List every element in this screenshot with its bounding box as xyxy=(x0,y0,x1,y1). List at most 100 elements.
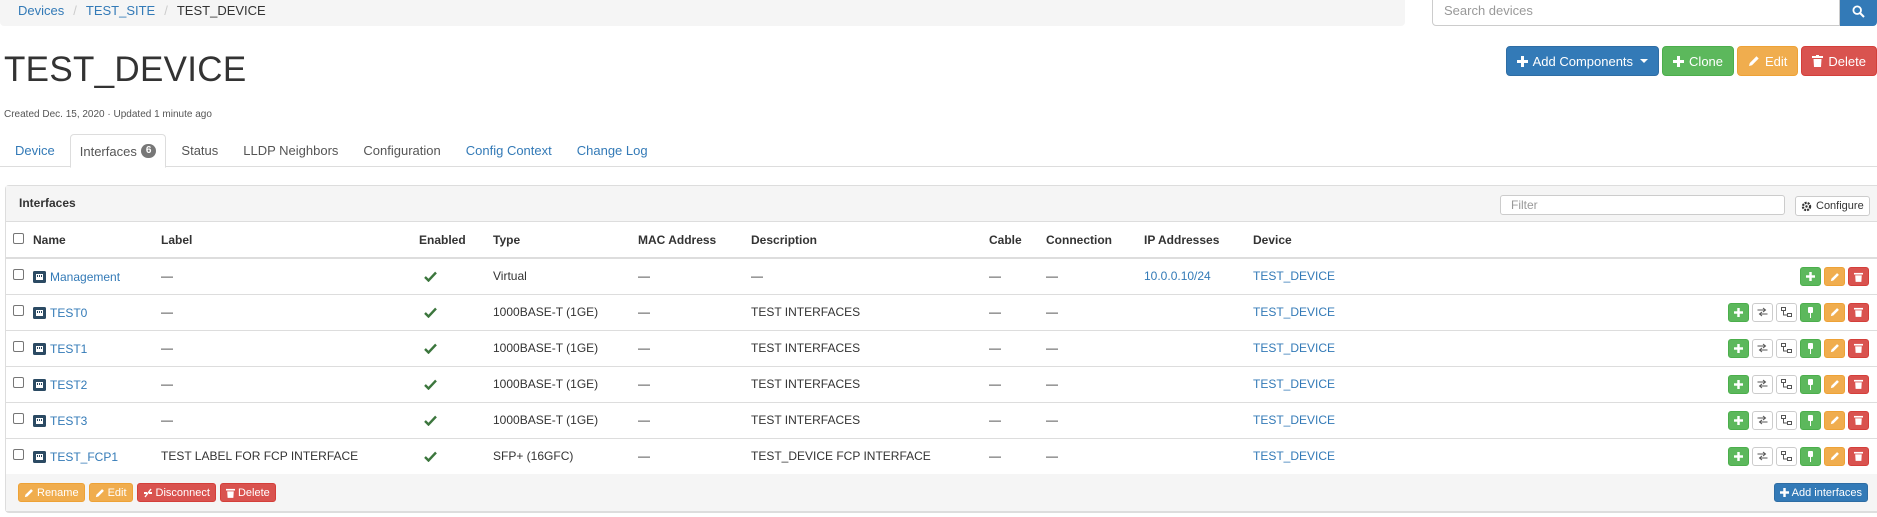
device-meta: Created Dec. 15, 2020 · Updated 1 minute… xyxy=(4,109,212,120)
connect-cable-button[interactable] xyxy=(1776,410,1797,430)
interface-name-link[interactable]: TEST1 xyxy=(50,342,87,356)
edit-interface-button[interactable] xyxy=(1824,302,1845,322)
interface-enabled xyxy=(415,258,489,295)
tab-configuration[interactable]: Configuration xyxy=(353,134,450,167)
plus-icon xyxy=(1734,307,1743,317)
column-header-cable[interactable]: Cable xyxy=(985,222,1042,259)
add-ip-button[interactable] xyxy=(1728,446,1749,466)
connect-cable-button[interactable] xyxy=(1776,374,1797,394)
column-header-description[interactable]: Description xyxy=(747,222,985,259)
column-header-connection[interactable]: Connection xyxy=(1042,222,1140,259)
add-ip-button[interactable] xyxy=(1728,338,1749,358)
column-header-name[interactable]: Name xyxy=(29,222,157,259)
tab-status[interactable]: Status xyxy=(171,134,228,167)
row-checkbox[interactable] xyxy=(6,438,29,475)
row-checkbox[interactable] xyxy=(6,258,29,295)
edit-interface-button[interactable] xyxy=(1824,446,1845,466)
tab-interfaces[interactable]: Interfaces 6 xyxy=(69,134,167,168)
delete-interface-button[interactable] xyxy=(1848,374,1869,394)
interface-name-link[interactable]: TEST3 xyxy=(50,414,87,428)
row-checkbox[interactable] xyxy=(6,330,29,367)
trash-icon xyxy=(1854,379,1863,389)
column-header-device[interactable]: Device xyxy=(1249,222,1419,259)
mark-connected-button[interactable] xyxy=(1800,446,1821,466)
edit-interface-button[interactable] xyxy=(1824,374,1845,394)
row-checkbox[interactable] xyxy=(6,366,29,403)
row-checkbox[interactable] xyxy=(6,402,29,439)
trace-button[interactable] xyxy=(1752,410,1773,430)
ip-address-link[interactable]: 10.0.0.10/24 xyxy=(1144,269,1211,283)
trace-button[interactable] xyxy=(1752,446,1773,466)
edit-interface-button[interactable] xyxy=(1824,410,1845,430)
check-icon xyxy=(424,451,437,462)
edit-button[interactable]: Edit xyxy=(1737,46,1799,76)
add-components-button[interactable]: Add Components xyxy=(1505,46,1660,76)
device-link[interactable]: TEST_DEVICE xyxy=(1253,269,1335,283)
ethernet-port-icon xyxy=(33,271,46,283)
device-link[interactable]: TEST_DEVICE xyxy=(1253,413,1335,427)
device-search: Search devices xyxy=(1432,0,1877,26)
search-input[interactable]: Search devices xyxy=(1432,0,1840,26)
connect-cable-button[interactable] xyxy=(1776,446,1797,466)
tab-device[interactable]: Device xyxy=(5,134,65,167)
breadcrumb-devices-link[interactable]: Devices xyxy=(18,3,64,18)
column-header-label[interactable]: Label xyxy=(157,222,415,259)
edit-label: Edit xyxy=(1765,53,1788,69)
interface-type: SFP+ (16GFC) xyxy=(489,438,634,475)
connect-cable-button[interactable] xyxy=(1776,302,1797,322)
device-link[interactable]: TEST_DEVICE xyxy=(1253,377,1335,391)
mark-connected-button[interactable] xyxy=(1800,302,1821,322)
tab-lldp-neighbors[interactable]: LLDP Neighbors xyxy=(233,134,348,167)
add-ip-button[interactable] xyxy=(1728,302,1749,322)
bulk-rename-button[interactable]: Rename xyxy=(18,483,85,502)
device-link[interactable]: TEST_DEVICE xyxy=(1253,449,1335,463)
mark-connected-button[interactable] xyxy=(1800,374,1821,394)
add-ip-button[interactable] xyxy=(1728,374,1749,394)
column-header-type[interactable]: Type xyxy=(489,222,634,259)
edit-interface-button[interactable] xyxy=(1824,267,1845,286)
clone-button[interactable]: Clone xyxy=(1662,46,1735,76)
row-actions xyxy=(1419,294,1877,331)
add-interfaces-button[interactable]: Add interfaces xyxy=(1773,483,1868,502)
delete-interface-button[interactable] xyxy=(1848,267,1869,286)
device-link[interactable]: TEST_DEVICE xyxy=(1253,305,1335,319)
breadcrumb-site-link[interactable]: TEST_SITE xyxy=(86,3,155,18)
column-header-enabled[interactable]: Enabled xyxy=(415,222,489,259)
add-ip-button[interactable] xyxy=(1728,410,1749,430)
trace-button[interactable] xyxy=(1752,338,1773,358)
delete-interface-button[interactable] xyxy=(1848,338,1869,358)
column-header-ip-addresses[interactable]: IP Addresses xyxy=(1140,222,1249,259)
interface-connection: — xyxy=(1042,294,1140,331)
bulk-delete-button[interactable]: Delete xyxy=(219,483,276,502)
configure-button[interactable]: Configure xyxy=(1795,196,1870,216)
connect-cable-button[interactable] xyxy=(1776,338,1797,358)
delete-interface-button[interactable] xyxy=(1848,302,1869,322)
edit-interface-button[interactable] xyxy=(1824,338,1845,358)
add-ip-button[interactable] xyxy=(1800,267,1821,286)
bulk-edit-button[interactable]: Edit xyxy=(88,483,133,502)
mark-connected-button[interactable] xyxy=(1800,338,1821,358)
filter-input[interactable]: Filter xyxy=(1500,195,1785,215)
delete-interface-button[interactable] xyxy=(1848,446,1869,466)
trash-icon xyxy=(1854,451,1863,461)
row-checkbox[interactable] xyxy=(6,294,29,331)
trace-button[interactable] xyxy=(1752,302,1773,322)
tab-change-log[interactable]: Change Log xyxy=(567,134,658,167)
bulk-disconnect-button[interactable]: Disconnect xyxy=(136,483,216,502)
column-header-mac-address[interactable]: MAC Address xyxy=(634,222,747,259)
interfaces-table: Name Label Enabled Type MAC Address Desc… xyxy=(6,222,1877,475)
interface-name-link[interactable]: TEST2 xyxy=(50,378,87,392)
select-all-checkbox[interactable] xyxy=(6,222,29,259)
interface-name-link[interactable]: TEST_FCP1 xyxy=(50,450,118,464)
interface-name-link[interactable]: Management xyxy=(50,270,120,284)
interface-name-link[interactable]: TEST0 xyxy=(50,306,87,320)
delete-button[interactable]: Delete xyxy=(1801,46,1877,76)
search-button[interactable] xyxy=(1840,0,1877,26)
trace-button[interactable] xyxy=(1752,374,1773,394)
device-link[interactable]: TEST_DEVICE xyxy=(1253,341,1335,355)
mark-connected-button[interactable] xyxy=(1800,410,1821,430)
device-actions: Add Components Clone Edit Delete xyxy=(1505,46,1877,76)
tab-label: Interfaces xyxy=(79,143,137,159)
tab-config-context[interactable]: Config Context xyxy=(456,134,562,167)
delete-interface-button[interactable] xyxy=(1848,410,1869,430)
